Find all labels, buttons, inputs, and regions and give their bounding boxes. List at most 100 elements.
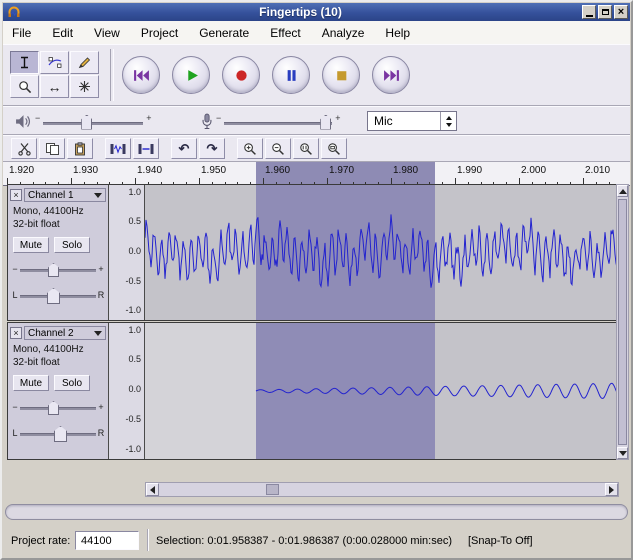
waveform-channel-1[interactable] [145,185,617,320]
track-title-dropdown[interactable]: Channel 2 [24,326,106,340]
horizontal-scrollbar[interactable] [145,482,619,497]
redo-button[interactable]: ↷ [199,138,225,159]
track-title-dropdown[interactable]: Channel 1 [24,188,106,202]
transport-controls [122,56,410,94]
horizontal-scrollbar-thumb[interactable] [266,484,279,495]
scale-label: 1.0 [128,325,141,335]
arrow-up-icon [446,116,452,120]
pan-slider-thumb[interactable] [54,426,67,442]
multi-tool-button[interactable] [70,75,99,98]
output-volume-slider[interactable] [43,113,143,131]
scroll-left-button[interactable] [146,483,159,496]
menu-item-file[interactable]: File [12,26,31,40]
ruler-label: 1.950 [201,165,226,176]
minimize-button[interactable] [582,5,596,19]
input-volume-thumb[interactable] [320,115,331,130]
mute-button[interactable]: Mute [13,375,49,391]
gain-plus-label: + [96,402,106,412]
gain-slider-thumb[interactable] [48,401,59,415]
gain-plus-label: + [96,264,106,274]
zoom-out-button[interactable] [265,138,291,159]
timeshift-icon: ↔ [48,80,62,94]
multi-tool-icon [78,80,91,93]
ruler-label: 1.960 [265,165,290,176]
zoom-in-icon [243,142,257,156]
menu-item-generate[interactable]: Generate [199,26,249,40]
skip-to-start-button[interactable] [122,56,160,94]
vertical-ruler[interactable]: 1.0 0.5 0.0 -0.5 -1.0 [109,323,145,459]
status-message-field [5,504,628,520]
scroll-up-button[interactable] [617,185,628,197]
cut-button[interactable] [11,138,37,159]
pan-slider-thumb[interactable] [47,288,60,304]
menu-item-analyze[interactable]: Analyze [322,26,365,40]
gain-slider[interactable] [20,399,96,415]
scroll-down-button[interactable] [617,447,628,459]
toolbar-separator [110,49,114,101]
undo-icon: ↶ [179,142,190,155]
waveform-channel-2[interactable] [145,323,617,459]
vertical-ruler[interactable]: 1.0 0.5 0.0 -0.5 -1.0 [109,185,145,320]
menu-item-edit[interactable]: Edit [52,26,73,40]
vertical-scrollbar-thumb[interactable] [618,199,627,445]
pan-slider[interactable] [20,287,96,303]
zoom-tool-button[interactable] [10,75,39,98]
output-volume-thumb[interactable] [81,115,92,130]
track-close-button[interactable]: × [10,327,22,339]
ruler-label: 2.010 [585,165,610,176]
arrow-right-icon [609,486,614,494]
maximize-button[interactable] [598,5,612,19]
gain-slider-thumb[interactable] [48,263,59,277]
solo-button[interactable]: Solo [54,375,90,391]
menu-item-help[interactable]: Help [385,26,410,40]
pan-slider[interactable] [20,425,96,441]
fit-selection-icon [299,142,313,156]
menu-item-effect[interactable]: Effect [270,26,300,40]
play-icon [184,68,199,83]
scissors-icon [17,142,32,156]
close-button[interactable]: × [614,5,628,19]
vertical-scrollbar[interactable] [616,184,629,460]
selection-tool-button[interactable] [10,51,39,74]
undo-button[interactable]: ↶ [171,138,197,159]
edit-toolbar: ↶ ↷ [3,135,630,162]
pause-button[interactable] [272,56,310,94]
zoom-in-button[interactable] [237,138,263,159]
waveform-area[interactable] [145,323,617,459]
track-channel-2: × Channel 2 Mono, 44100Hz 32-bit float M… [7,322,618,460]
record-button[interactable] [222,56,260,94]
input-source-select[interactable]: Mic [367,111,457,131]
timeline-ruler[interactable]: 1.9201.9301.9401.9501.9601.9701.9801.990… [3,162,630,186]
paste-button[interactable] [67,138,93,159]
menu-item-project[interactable]: Project [141,26,178,40]
gain-slider[interactable] [20,261,96,277]
fit-project-button[interactable] [321,138,347,159]
scale-label: 1.0 [128,187,141,197]
output-minus-label: − [32,113,43,123]
chevron-down-icon [94,193,102,198]
input-volume-slider[interactable] [224,113,332,131]
magnifier-icon [18,80,32,94]
waveform-area[interactable] [145,185,617,320]
spinner-arrows-icon[interactable] [440,112,456,130]
solo-button[interactable]: Solo [54,237,90,253]
stop-button[interactable] [322,56,360,94]
scale-label: 0.0 [128,246,141,256]
track-close-button[interactable]: × [10,189,22,201]
fit-selection-button[interactable] [293,138,319,159]
scale-label: -1.0 [125,444,141,454]
menu-item-view[interactable]: View [94,26,120,40]
silence-button[interactable] [133,138,159,159]
timeshift-tool-button[interactable]: ↔ [40,75,69,98]
skip-to-end-button[interactable] [372,56,410,94]
play-button[interactable] [172,56,210,94]
mute-button[interactable]: Mute [13,237,49,253]
project-rate-value: 44100 [75,531,139,550]
titlebar[interactable]: Fingertips (10) × [3,3,630,21]
copy-button[interactable] [39,138,65,159]
track-control-panel: × Channel 1 Mono, 44100Hz 32-bit float M… [8,185,109,320]
envelope-tool-button[interactable] [40,51,69,74]
draw-tool-button[interactable] [70,51,99,74]
scroll-right-button[interactable] [605,483,618,496]
trim-button[interactable] [105,138,131,159]
